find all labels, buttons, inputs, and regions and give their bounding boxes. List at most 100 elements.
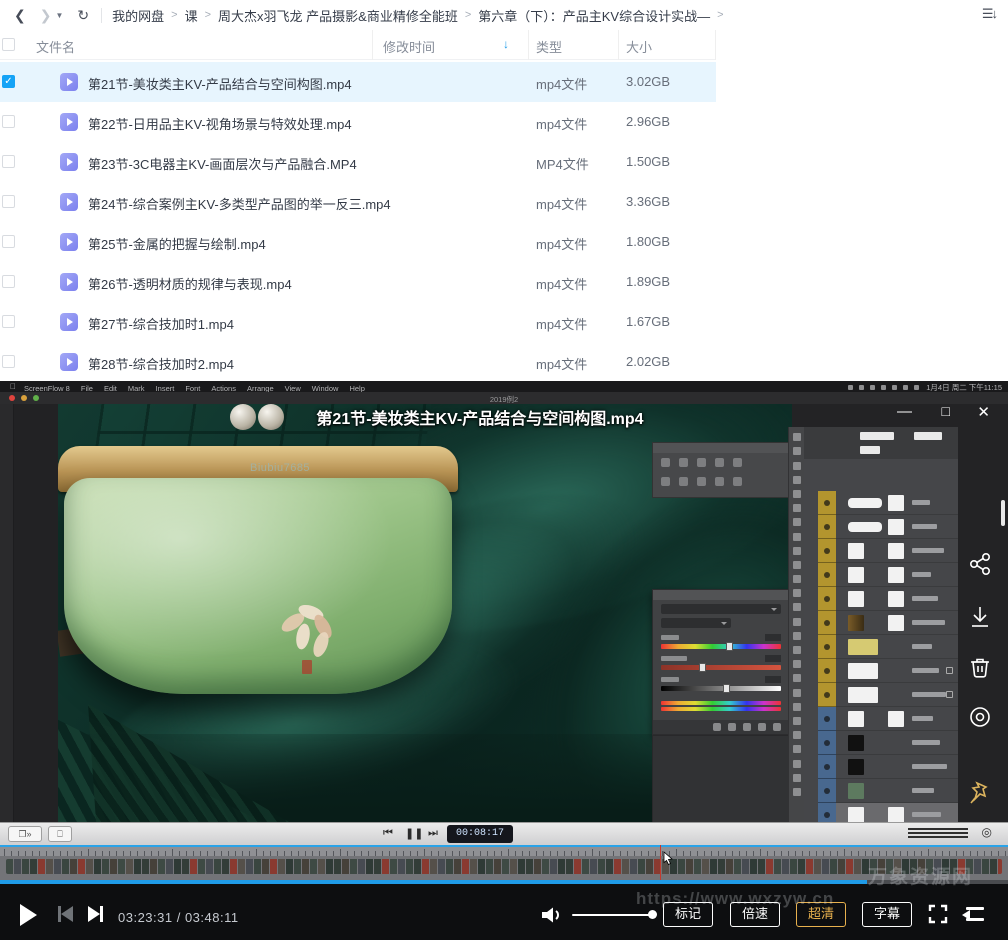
refresh-icon[interactable]: ↻ (77, 7, 89, 24)
file-row[interactable]: ✓第21节-美妆类主KV-产品结合与空间构图.mp4mp4文件3.02GB (0, 62, 716, 102)
close-button[interactable]: ✕ (977, 403, 990, 421)
share-icon[interactable] (966, 550, 994, 578)
sf-pause-icon[interactable]: ❚❚ (405, 827, 423, 840)
volume-icon[interactable] (540, 906, 562, 924)
delete-icon[interactable] (966, 653, 994, 681)
playlist-toggle-icon[interactable] (962, 906, 984, 922)
file-name[interactable]: 第22节-日用品主KV-视角场景与特效处理.mp4 (88, 114, 352, 133)
file-row[interactable]: 第28节-综合技加时2.mp4mp4文件2.02GB (0, 342, 716, 382)
layer-row[interactable] (836, 587, 958, 611)
file-name[interactable]: 第27节-综合技加时1.mp4 (88, 314, 234, 333)
file-row[interactable]: 第23节-3C电器主KV-画面层次与产品融合.MP4MP4文件1.50GB (0, 142, 716, 182)
sf-timeline-track[interactable] (0, 856, 1008, 880)
layer-visibility-eye[interactable] (818, 659, 836, 683)
view-sort-icon[interactable]: ☰↓ (982, 6, 996, 22)
layer-visibility-eye[interactable] (818, 707, 836, 731)
layer-row[interactable] (836, 659, 958, 683)
previous-button[interactable] (58, 906, 73, 922)
speed-button[interactable]: 倍速 (730, 902, 780, 927)
file-name[interactable]: 第21节-美妆类主KV-产品结合与空间构图.mp4 (88, 74, 352, 93)
file-row[interactable]: 第24节-综合案例主KV-多类型产品图的举一反三.mp4mp4文件3.36GB (0, 182, 716, 222)
layer-visibility-eye[interactable] (818, 611, 836, 635)
file-name[interactable]: 第24节-综合案例主KV-多类型产品图的举一反三.mp4 (88, 194, 391, 213)
layer-row[interactable] (836, 563, 958, 587)
layer-visibility-eye[interactable] (818, 515, 836, 539)
layer-visibility-eye[interactable] (818, 491, 836, 515)
layer-visibility-eye[interactable] (818, 731, 836, 755)
file-checkbox[interactable] (2, 275, 15, 288)
layer-visibility-eye[interactable] (818, 563, 836, 587)
sf-next-icon[interactable]: ⏭ (428, 827, 438, 840)
layer-visibility-eye[interactable] (818, 539, 836, 563)
next-button[interactable] (88, 906, 103, 922)
file-checkbox[interactable] (2, 195, 15, 208)
breadcrumb-item[interactable]: 我的网盘 (112, 6, 164, 25)
layer-visibility-eye[interactable] (818, 779, 836, 803)
lightness-slider (661, 686, 781, 691)
col-type[interactable]: 类型 (536, 37, 562, 56)
breadcrumb-item[interactable]: 课 (185, 6, 198, 25)
download-icon[interactable] (966, 603, 994, 631)
file-name[interactable]: 第28节-综合技加时2.mp4 (88, 354, 234, 373)
file-checkbox[interactable] (2, 155, 15, 168)
select-all-checkbox[interactable] (2, 38, 15, 51)
layer-row[interactable] (836, 779, 958, 803)
file-row[interactable]: 第26节-透明材质的规律与表现.mp4mp4文件1.89GB (0, 262, 716, 302)
file-checkbox[interactable] (2, 235, 15, 248)
fullscreen-icon[interactable] (928, 904, 948, 924)
file-row[interactable]: 第22节-日用品主KV-视角场景与特效处理.mp4mp4文件2.96GB (0, 102, 716, 142)
sf-playhead[interactable] (660, 845, 661, 880)
file-row[interactable]: 第25节-金属的把握与绘制.mp4mp4文件1.80GB (0, 222, 716, 262)
sf-timeline-ruler[interactable] (0, 845, 1008, 856)
layer-row[interactable] (836, 611, 958, 635)
breadcrumb-item[interactable]: 第六章（下）：产品主KV综合设计实战— (478, 6, 710, 25)
col-modified[interactable]: 修改时间 (383, 37, 435, 56)
subtitle-button[interactable]: 字幕 (862, 902, 912, 927)
layer-row[interactable] (836, 635, 958, 659)
play-button[interactable] (20, 904, 37, 926)
maximize-button[interactable]: □ (942, 403, 950, 419)
file-list: ✓第21节-美妆类主KV-产品结合与空间构图.mp4mp4文件3.02GB第22… (0, 62, 1008, 382)
file-type: mp4文件 (536, 74, 587, 93)
file-name[interactable]: 第26节-透明材质的规律与表现.mp4 (88, 274, 292, 293)
layer-row[interactable] (836, 539, 958, 563)
layer-row[interactable] (836, 755, 958, 779)
mark-button[interactable]: 标记 (663, 902, 713, 927)
video-file-icon (60, 353, 78, 371)
video-player[interactable]:  ScreenFlow 8FileEditMarkInsertFontActi… (0, 381, 1008, 940)
quality-button[interactable]: 超清 (796, 902, 846, 927)
volume-knob[interactable] (648, 910, 657, 919)
layer-visibility-eye[interactable] (818, 635, 836, 659)
layer-row[interactable] (836, 491, 958, 515)
layer-row[interactable] (836, 683, 958, 707)
layer-visibility-eye[interactable] (818, 755, 836, 779)
file-name[interactable]: 第25节-金属的把握与绘制.mp4 (88, 234, 266, 253)
file-checkbox[interactable] (2, 355, 15, 368)
layer-row[interactable] (836, 731, 958, 755)
forward-icon[interactable]: ❯ (40, 7, 52, 24)
pin-icon[interactable] (966, 779, 994, 807)
file-checkbox[interactable]: ✓ (2, 75, 15, 88)
col-name[interactable]: 文件名 (36, 37, 75, 56)
back-icon[interactable]: ❮ (14, 7, 26, 24)
video-file-icon (60, 313, 78, 331)
file-checkbox[interactable] (2, 115, 15, 128)
sf-volume-slider[interactable] (908, 832, 968, 834)
file-row[interactable]: 第27节-综合技加时1.mp4mp4文件1.67GB (0, 302, 716, 342)
file-checkbox[interactable] (2, 315, 15, 328)
layer-row[interactable] (836, 515, 958, 539)
history-caret-icon[interactable]: ▼ (55, 11, 63, 20)
sf-export-button[interactable]: ❐» (8, 826, 42, 842)
layer-row[interactable] (836, 707, 958, 731)
sf-crop-button[interactable]: ⎕ (48, 826, 72, 842)
file-name[interactable]: 第23节-3C电器主KV-画面层次与产品融合.MP4 (88, 154, 357, 173)
record-disc-icon[interactable] (966, 703, 994, 731)
sort-desc-icon[interactable]: ↓ (503, 37, 509, 51)
layer-visibility-eye[interactable] (818, 683, 836, 707)
minimize-button[interactable]: — (897, 403, 912, 420)
sf-prev-icon[interactable]: ⏮ (383, 827, 393, 840)
col-size[interactable]: 大小 (626, 37, 652, 56)
layer-visibility-eye[interactable] (818, 587, 836, 611)
breadcrumb-item[interactable]: 周大杰x羽飞龙 产品摄影&商业精修全能班 (218, 6, 458, 25)
volume-slider[interactable] (572, 914, 652, 916)
